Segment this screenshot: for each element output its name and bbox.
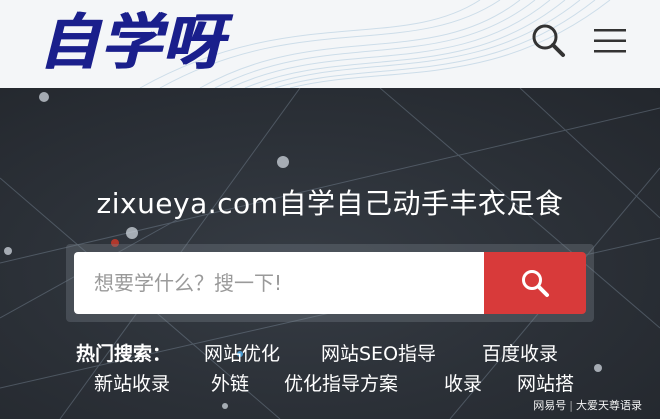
hero-tagline: zixueya.com自学自己动手丰衣足食 [96, 187, 564, 220]
watermark-separator: | [569, 399, 573, 412]
site-header: 自学呀 [0, 0, 660, 88]
hamburger-menu-icon [594, 29, 626, 53]
hot-link[interactable]: 优化指导方案 [284, 370, 398, 398]
hot-link[interactable]: 网站搭 [517, 370, 574, 398]
watermark-author: 大爱天尊语录 [576, 399, 642, 412]
hot-link[interactable]: 百度收录 [482, 340, 558, 368]
hero-section: zixueya.com自学自己动手丰衣足食 热门搜索： 网站优化 网站SEO指导… [0, 88, 660, 419]
watermark-source: 网易号 [533, 399, 567, 412]
search-bar [66, 244, 594, 322]
hot-link[interactable]: 收录 [444, 370, 482, 398]
search-input[interactable] [74, 252, 484, 314]
hot-searches: 热门搜索： 网站优化 网站SEO指导 百度收录 新站收录 外链 优化指导方案 收… [76, 340, 636, 400]
search-icon [522, 270, 549, 297]
header-search-button[interactable] [528, 20, 570, 62]
hot-searches-row-1: 热门搜索： 网站优化 网站SEO指导 百度收录 [76, 340, 636, 370]
hot-link[interactable]: 新站收录 [94, 370, 170, 398]
header-menu-button[interactable] [590, 20, 632, 62]
watermark: 网易号 | 大爱天尊语录 [533, 399, 642, 413]
hot-searches-label: 热门搜索： [76, 343, 172, 365]
search-icon [532, 24, 565, 57]
search-submit-button[interactable] [484, 252, 586, 314]
page: 自学呀 zixueya.com自学自己动手丰衣足食 想要学什么？搜一下! 热门搜… [0, 0, 660, 419]
hot-link[interactable]: 网站SEO指导 [321, 340, 436, 368]
hot-link[interactable]: 外链 [211, 370, 249, 398]
hot-link[interactable]: 网站优化 [204, 340, 280, 368]
hot-searches-row-2: 新站收录 外链 优化指导方案 收录 网站搭 [76, 370, 636, 400]
site-logo[interactable]: 自学呀 [38, 4, 224, 82]
